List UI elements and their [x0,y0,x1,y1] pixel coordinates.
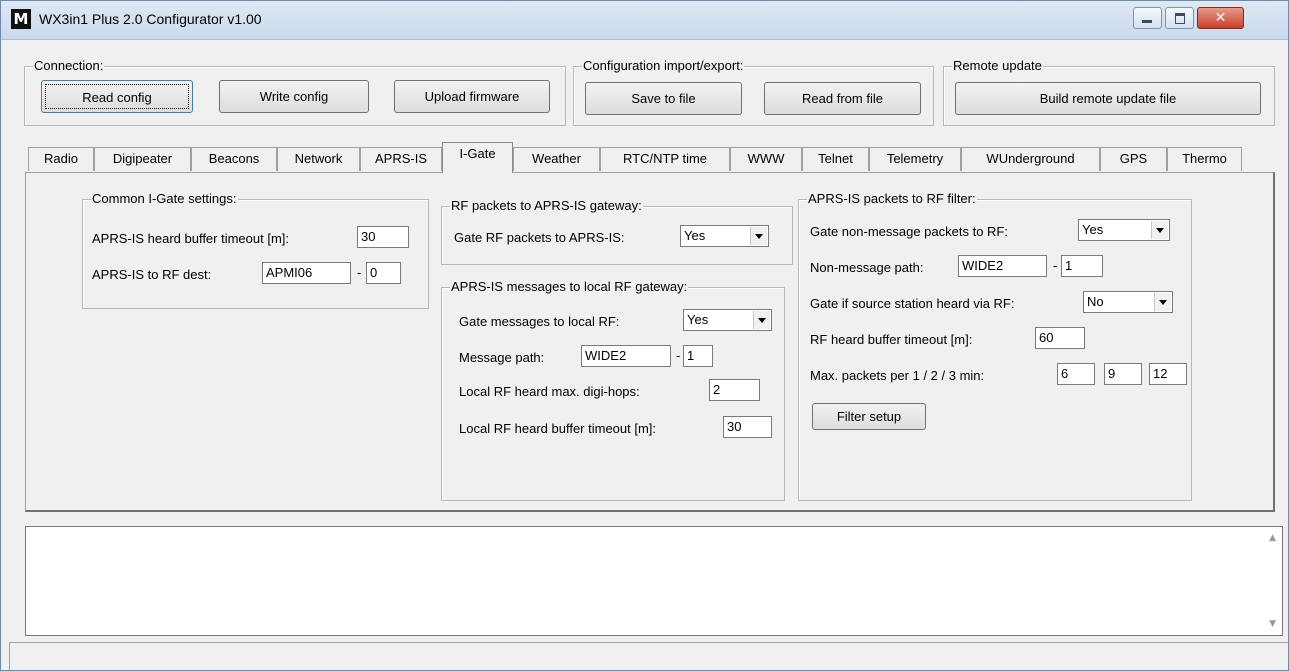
heard-timeout-input[interactable]: 30 [357,226,409,248]
tab-network[interactable]: Network [277,147,360,171]
minimize-icon [1142,20,1152,23]
message-path-label: Message path: [459,350,545,365]
chevron-down-icon [753,311,770,329]
tab-weather[interactable]: Weather [513,147,600,171]
message-path-n-input[interactable]: 1 [683,345,713,367]
aprs-to-rf-group: APRS-IS packets to RF filter: [798,191,1192,501]
rf-heard-timeout-label: RF heard buffer timeout [m]: [810,332,973,347]
gate-messages-value: Yes [687,312,709,327]
gate-messages-label: Gate messages to local RF: [459,314,620,329]
tab-i-gate[interactable]: I-Gate [442,142,513,173]
tab-rtc-ntp-time[interactable]: RTC/NTP time [600,147,730,171]
i-gate-panel: Common I-Gate settings: APRS-IS heard bu… [25,172,1275,512]
rf-dest-label: APRS-IS to RF dest: [92,267,212,282]
gate-rf-to-aprs-select[interactable]: Yes [680,225,769,247]
write-config-button[interactable]: Write config [219,80,369,113]
tab-gps[interactable]: GPS [1100,147,1167,171]
tab-aprs-is[interactable]: APRS-IS [360,147,442,171]
status-bar [9,642,1288,670]
local-rf-timeout-input[interactable]: 30 [723,416,772,438]
tab-telnet[interactable]: Telnet [802,147,869,171]
local-rf-timeout-label: Local RF heard buffer timeout [m]: [459,421,657,436]
read-from-file-button[interactable]: Read from file [764,82,921,115]
app-logo-icon: M [11,9,31,29]
build-remote-update-button[interactable]: Build remote update file [955,82,1261,115]
scroll-down-icon[interactable]: ▼ [1269,619,1276,629]
tab-thermo[interactable]: Thermo [1167,147,1242,171]
heard-via-rf-select[interactable]: No [1083,291,1173,313]
rf-to-aprs-group-title: RF packets to APRS-IS gateway: [450,198,643,214]
rf-heard-timeout-input[interactable]: 60 [1035,327,1085,349]
title-bar: M WX3in1 Plus 2.0 Configurator v1.00 ✕ [1,1,1288,40]
heard-timeout-label: APRS-IS heard buffer timeout [m]: [92,231,290,246]
read-config-label: Read config [45,84,189,109]
maximize-button[interactable] [1165,7,1194,29]
common-igate-group-title: Common I-Gate settings: [91,191,238,207]
read-config-button[interactable]: Read config [41,80,193,113]
chevron-down-icon [1151,221,1168,239]
chevron-down-icon [750,227,767,245]
import-export-group-title: Configuration import/export: [582,58,745,74]
log-textarea[interactable]: ▲ ▼ [25,526,1283,636]
tab-www[interactable]: WWW [730,147,802,171]
close-button[interactable]: ✕ [1197,7,1244,29]
msg-to-rf-group-title: APRS-IS messages to local RF gateway: [450,279,689,295]
tab-telemetry[interactable]: Telemetry [869,147,961,171]
aprs-to-rf-group-title: APRS-IS packets to RF filter: [807,191,977,207]
digi-hops-label: Local RF heard max. digi-hops: [459,384,640,399]
rf-dest-ssid-input[interactable]: 0 [366,262,401,284]
tab-radio[interactable]: Radio [28,147,94,171]
nonmsg-gate-select[interactable]: Yes [1078,219,1170,241]
rf-dest-call-input[interactable]: APMI06 [262,262,351,284]
nonmsg-path-n-input[interactable]: 1 [1061,255,1103,277]
common-igate-group: Common I-Gate settings: [82,191,429,309]
nonmsg-gate-value: Yes [1082,222,1104,237]
max-packets-label: Max. packets per 1 / 2 / 3 min: [810,368,985,383]
heard-via-rf-value: No [1087,294,1104,309]
message-path-separator: - [676,348,681,363]
tab-beacons[interactable]: Beacons [191,147,277,171]
max-packets-2-input[interactable]: 9 [1104,363,1142,385]
digi-hops-input[interactable]: 2 [709,379,760,401]
chevron-down-icon [1154,293,1171,311]
rf-dest-separator: - [357,265,362,280]
nonmsg-path-separator: - [1053,258,1058,273]
heard-via-rf-label: Gate if source station heard via RF: [810,296,1015,311]
app-window: M WX3in1 Plus 2.0 Configurator v1.00 ✕ C… [0,0,1289,671]
maximize-icon [1175,13,1185,24]
upload-firmware-button[interactable]: Upload firmware [394,80,550,113]
tab-wunderground[interactable]: WUnderground [961,147,1100,171]
gate-messages-select[interactable]: Yes [683,309,772,331]
close-icon: ✕ [1214,10,1227,26]
max-packets-3-input[interactable]: 12 [1149,363,1187,385]
message-path-call-input[interactable]: WIDE2 [581,345,671,367]
max-packets-1-input[interactable]: 6 [1057,363,1095,385]
nonmsg-path-call-input[interactable]: WIDE2 [958,255,1047,277]
window-title: WX3in1 Plus 2.0 Configurator v1.00 [39,11,262,27]
scroll-up-icon[interactable]: ▲ [1269,533,1276,543]
minimize-button[interactable] [1133,7,1162,29]
save-to-file-button[interactable]: Save to file [585,82,742,115]
nonmsg-path-label: Non-message path: [810,260,924,275]
tab-digipeater[interactable]: Digipeater [94,147,191,171]
remote-update-group-title: Remote update [952,58,1043,74]
nonmsg-gate-label: Gate non-message packets to RF: [810,224,1008,239]
gate-rf-to-aprs-value: Yes [684,228,706,243]
connection-group-title: Connection: [33,58,105,74]
filter-setup-button[interactable]: Filter setup [812,403,926,430]
gate-rf-to-aprs-label: Gate RF packets to APRS-IS: [454,230,625,245]
